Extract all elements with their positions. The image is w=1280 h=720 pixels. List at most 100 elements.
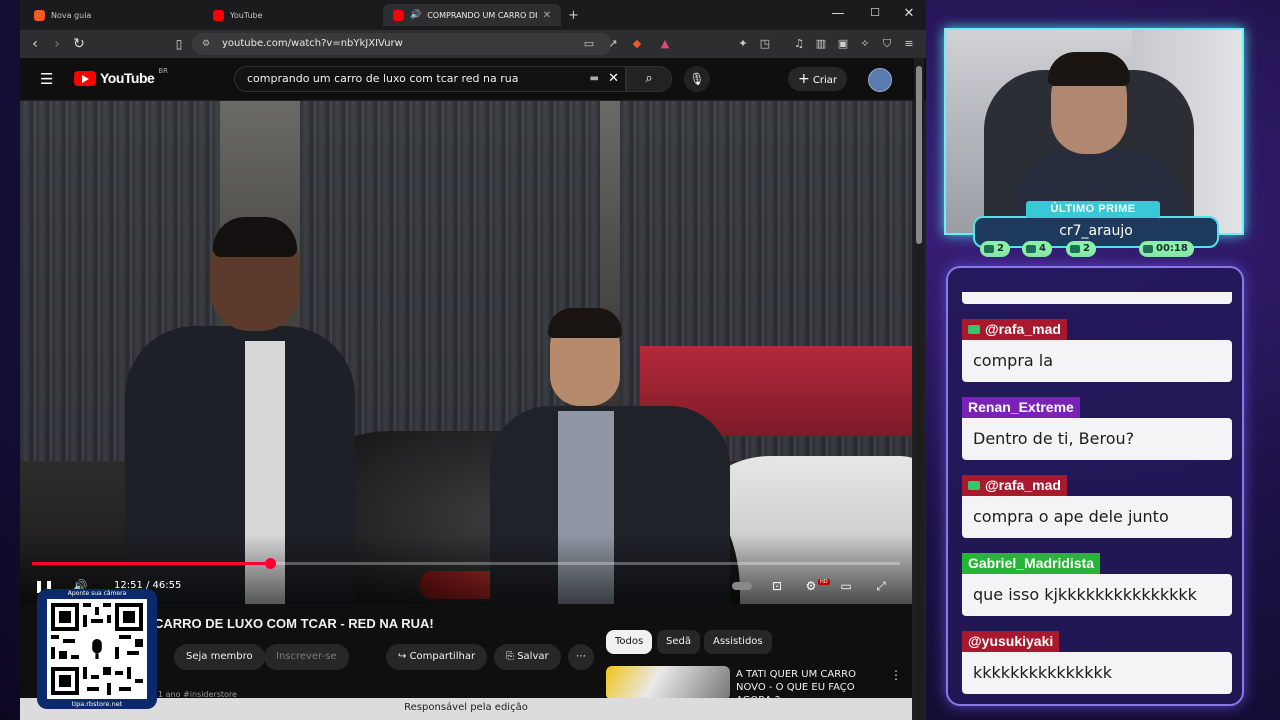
hd-badge: HD <box>818 579 830 585</box>
subscriber-badge-icon <box>968 481 980 490</box>
page-scrollbar[interactable] <box>914 58 924 720</box>
youtube-header: ☰ YouTube BR comprando um carro de luxo … <box>20 58 926 100</box>
extensions-icon[interactable]: ✦ <box>736 37 750 51</box>
progress-played <box>32 562 270 565</box>
chat-message-text: compra o ape dele junto <box>962 496 1232 538</box>
clear-search-icon[interactable]: ✕ <box>608 67 619 91</box>
vpn-icon[interactable]: ⛉ <box>880 37 894 51</box>
share-icon[interactable]: ↗ <box>606 37 620 51</box>
youtube-icon <box>213 9 224 21</box>
bookmark-icon[interactable]: ▯ <box>170 35 188 53</box>
hamburger-menu-icon[interactable]: ☰ <box>40 70 53 88</box>
subtitles-button[interactable]: ⊡ <box>766 576 788 596</box>
voice-search-button[interactable]: 🎙 <box>684 66 710 92</box>
qr-code-icon <box>47 599 147 699</box>
forward-icon[interactable]: › <box>48 35 66 53</box>
tab-label: Nova guia <box>51 10 92 20</box>
create-label: Criar <box>812 75 838 86</box>
share-button[interactable]: ↪ Compartilhar <box>386 644 488 670</box>
tab-label: COMPRANDO UM CARRO DE LUXO <box>427 10 536 20</box>
url-text: youtube.com/watch?v=nbYkJXIVurw <box>222 38 403 49</box>
youtube-logo[interactable]: YouTube BR <box>74 67 168 86</box>
keyboard-icon[interactable]: ▬ <box>590 67 599 91</box>
account-avatar[interactable] <box>868 68 892 92</box>
stat-timer-value: 00:18 <box>1156 243 1188 254</box>
tab-label: YouTube <box>230 10 263 20</box>
chat-message-partial <box>962 292 1232 304</box>
new-tab-button[interactable]: + <box>564 4 584 26</box>
url-field[interactable]: ⚙ youtube.com/watch?v=nbYkJXIVurw <box>192 33 612 55</box>
stat-subs: 2 <box>1066 241 1096 257</box>
site-info-icon[interactable]: ⚙ <box>202 33 210 55</box>
audio-playing-icon: 🔊 <box>410 10 422 20</box>
close-tab-icon[interactable]: ✕ <box>543 10 551 21</box>
tab-video[interactable]: 🔊 COMPRANDO UM CARRO DE LUXO ✕ <box>383 4 561 26</box>
menu-icon[interactable]: ≡ <box>902 37 916 51</box>
recommendation-thumbnail[interactable] <box>606 666 730 700</box>
chat-message-text: kkkkkkkkkkkkkkk <box>962 652 1232 694</box>
video-title: CARRO DE LUXO COM TCAR - RED NA RUA! <box>154 616 434 631</box>
brave-shields-icon[interactable]: ◆ <box>630 37 644 51</box>
fullscreen-button[interactable]: ⤢ <box>870 576 892 596</box>
create-button[interactable]: + Criar <box>788 67 848 91</box>
scrubber-handle[interactable] <box>264 558 276 569</box>
maximize-button[interactable]: ☐ <box>863 6 887 19</box>
youtube-icon <box>393 9 404 21</box>
media-icon[interactable]: ♫ <box>792 37 806 51</box>
webcam-streamer-hair <box>1048 52 1130 86</box>
save-button[interactable]: ⎘ Salvar <box>494 644 561 670</box>
stat-timer: 00:18 <box>1139 241 1194 257</box>
chat-username: Renan_Extreme <box>962 397 1080 418</box>
qr-code <box>47 599 147 699</box>
autoplay-toggle[interactable] <box>730 576 754 596</box>
brave-rewards-icon[interactable]: ▲ <box>658 37 672 51</box>
subscribe-button[interactable]: Inscrever-se <box>264 644 349 670</box>
search-input[interactable]: comprando um carro de luxo com tcar red … <box>234 66 626 92</box>
stat-chat-count: 2 <box>997 243 1004 254</box>
screenshot-icon[interactable]: ◳ <box>758 37 772 51</box>
join-button[interactable]: Seja membro <box>174 644 265 670</box>
reload-icon[interactable]: ↻ <box>70 35 88 53</box>
chat-username-text: @rafa_mad <box>985 477 1061 493</box>
share-label: Compartilhar <box>409 651 476 662</box>
save-label: Salvar <box>517 651 549 662</box>
minimize-button[interactable]: — <box>826 6 850 21</box>
youtube-play-icon <box>74 70 96 86</box>
recommendation-menu-icon[interactable]: ⋮ <box>890 668 902 682</box>
stat-chat: 2 <box>980 241 1010 257</box>
theater-icon: ▭ <box>840 579 852 593</box>
cast-icon[interactable]: ▭ <box>582 37 596 51</box>
search-value: comprando um carro de luxo com tcar red … <box>247 72 519 85</box>
gear-icon: ⚙ <box>805 579 817 593</box>
chip-sedan[interactable]: Sedã <box>657 630 700 654</box>
more-actions-button[interactable]: ⋯ <box>568 644 594 670</box>
chip-all[interactable]: Todos <box>606 630 653 654</box>
progress-bar[interactable] <box>32 558 900 569</box>
close-window-button[interactable]: ✕ <box>897 6 921 21</box>
address-bar: ‹ › ↻ ▯ ⚙ youtube.com/watch?v=nbYkJXIVur… <box>20 30 926 58</box>
microphone-icon: 🎙 <box>689 72 705 86</box>
wallet-icon[interactable]: ▣ <box>836 37 850 51</box>
chip-watched[interactable]: Assistidos <box>704 630 772 654</box>
theater-mode-button[interactable]: ▭ <box>835 576 857 596</box>
tab-youtube[interactable]: YouTube <box>203 4 375 26</box>
youtube-wordmark: YouTube <box>100 70 155 86</box>
tab-new-tab[interactable]: Nova guia <box>24 4 196 26</box>
refresh-icon <box>1070 245 1080 253</box>
leo-ai-icon[interactable]: ✧ <box>858 37 872 51</box>
chat-message-text: que isso kjkkkkkkkkkkkkkkk <box>962 574 1232 616</box>
search-button[interactable]: ⌕ <box>626 66 672 92</box>
video-player[interactable]: ❚❚ 🔊 12:51 / 46:55 ⊡ ⚙ HD ▭ ⤢ <box>20 101 912 604</box>
chat-username-text: @rafa_mad <box>985 321 1061 337</box>
back-icon[interactable]: ‹ <box>26 35 44 53</box>
qr-caption-bottom: tipa.rbstore.net <box>71 700 123 708</box>
sidebar-icon[interactable]: ▥ <box>814 37 828 51</box>
chat-username-text: Renan_Extreme <box>968 399 1074 415</box>
video-icon <box>1026 245 1036 253</box>
chat-username: @yusukiyaki <box>962 631 1060 652</box>
tab-bar: Nova guia YouTube 🔊 COMPRANDO UM CARRO D… <box>20 0 926 30</box>
chat-message-text: Dentro de ti, Berou? <box>962 418 1232 460</box>
chat-username: @rafa_mad <box>962 475 1067 496</box>
scrollbar-thumb[interactable] <box>916 66 922 244</box>
plus-icon: + <box>798 71 810 87</box>
